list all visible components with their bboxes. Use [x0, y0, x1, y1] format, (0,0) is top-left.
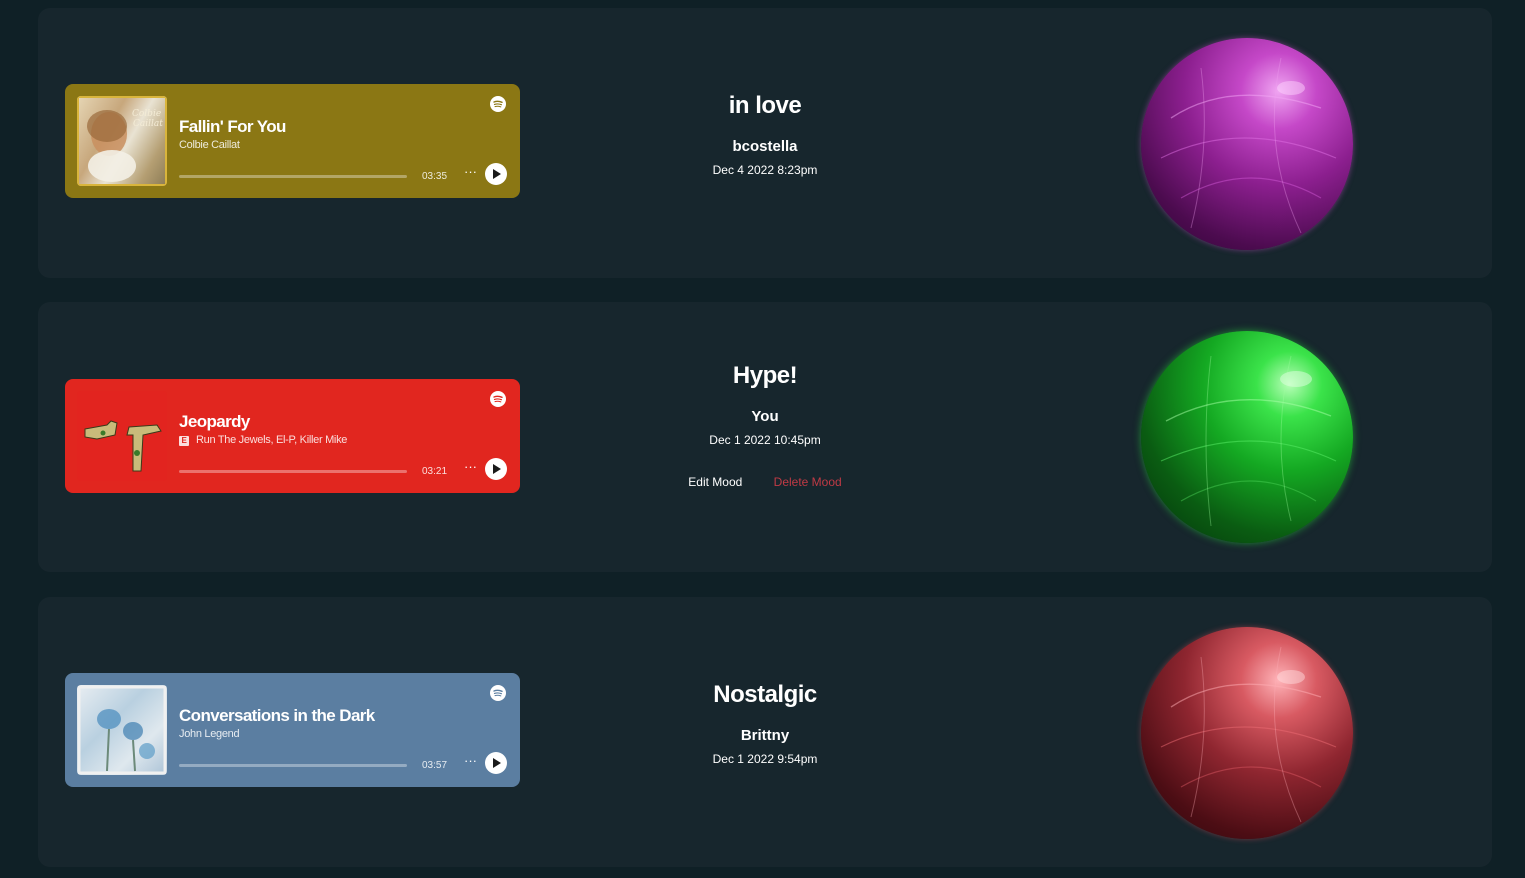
track-title[interactable]: Conversations in the Dark	[179, 706, 375, 726]
ellipsis-icon[interactable]: ···	[464, 459, 477, 474]
track-title[interactable]: Fallin' For You	[179, 117, 286, 137]
progress-bar[interactable]	[179, 175, 407, 178]
artist-names[interactable]: Run The Jewels, El-P, Killer Mike	[196, 434, 347, 446]
play-icon	[493, 464, 501, 474]
play-button[interactable]	[485, 752, 507, 774]
progress-bar[interactable]	[179, 470, 407, 473]
mood-author: Brittny	[740, 727, 790, 744]
artist-names[interactable]: John Legend	[179, 728, 240, 740]
orb-texture	[1160, 355, 1337, 527]
spotify-icon[interactable]	[490, 685, 506, 701]
orb-texture	[1160, 646, 1337, 823]
ellipsis-icon[interactable]: ···	[464, 753, 477, 768]
album-cover	[77, 391, 167, 481]
svg-text:Colbie: Colbie	[132, 109, 161, 119]
mood-title: Nostalgic	[713, 681, 817, 708]
spotify-icon[interactable]	[490, 391, 506, 407]
mood-card: Conversations in the Dark John Legend 03…	[38, 597, 1492, 867]
track-duration: 03:35	[422, 171, 448, 182]
mood-orb	[1141, 38, 1353, 250]
mood-info: Nostalgic Brittny Dec 1 2022 9:54pm	[615, 681, 915, 766]
play-button[interactable]	[485, 458, 507, 480]
spotify-icon[interactable]	[490, 96, 506, 112]
spotify-logo-waves	[493, 689, 503, 697]
mood-timestamp: Dec 1 2022 10:45pm	[709, 433, 821, 447]
mood-actions: Edit Mood Delete Mood	[615, 475, 915, 489]
track-artist[interactable]: Colbie Caillat	[179, 139, 240, 151]
spotify-embed-player[interactable]: Conversations in the Dark John Legend 03…	[65, 673, 520, 787]
spotify-embed-player[interactable]: Colbie Caillat Fallin' For You Colbie Ca…	[65, 84, 520, 198]
progress-bar[interactable]	[179, 764, 407, 767]
mood-orb	[1141, 331, 1353, 543]
play-button[interactable]	[485, 163, 507, 185]
mood-title: in love	[728, 92, 802, 119]
artist-names[interactable]: Colbie Caillat	[179, 139, 240, 151]
album-cover	[77, 685, 167, 775]
track-artist[interactable]: E Run The Jewels, El-P, Killer Mike	[179, 434, 347, 446]
track-duration: 03:21	[422, 466, 448, 477]
mood-orb	[1141, 627, 1353, 839]
svg-text:Caillat: Caillat	[133, 119, 163, 129]
play-icon	[493, 758, 501, 768]
edit-mood-button[interactable]: Edit Mood	[688, 475, 742, 489]
spotify-logo-waves	[493, 100, 503, 108]
orb-texture	[1160, 57, 1337, 234]
mood-feed: Colbie Caillat Fallin' For You Colbie Ca…	[0, 0, 1525, 878]
album-art-image	[77, 685, 167, 775]
mood-info: in love bcostella Dec 4 2022 8:23pm	[615, 92, 915, 177]
play-icon	[493, 169, 501, 179]
spotify-embed-player[interactable]: Jeopardy E Run The Jewels, El-P, Killer M…	[65, 379, 520, 493]
album-art-image: Colbie Caillat	[77, 96, 167, 186]
mood-title: Hype!	[732, 362, 798, 389]
album-art-image	[84, 420, 162, 472]
mood-author: You	[751, 408, 779, 425]
spotify-logo-waves	[493, 395, 503, 403]
album-cover: Colbie Caillat	[77, 96, 167, 186]
track-artist[interactable]: John Legend	[179, 728, 240, 740]
explicit-badge: E	[179, 436, 189, 446]
mood-timestamp: Dec 4 2022 8:23pm	[712, 163, 818, 177]
mood-info: Hype! You Dec 1 2022 10:45pm Edit Mood D…	[615, 362, 915, 489]
mood-timestamp: Dec 1 2022 9:54pm	[712, 752, 818, 766]
mood-card: Jeopardy E Run The Jewels, El-P, Killer M…	[38, 302, 1492, 572]
mood-author: bcostella	[732, 138, 798, 155]
track-title[interactable]: Jeopardy	[179, 412, 250, 432]
track-duration: 03:57	[422, 760, 448, 771]
mood-card: Colbie Caillat Fallin' For You Colbie Ca…	[38, 8, 1492, 278]
delete-mood-button[interactable]: Delete Mood	[774, 475, 842, 489]
ellipsis-icon[interactable]: ···	[464, 164, 477, 179]
